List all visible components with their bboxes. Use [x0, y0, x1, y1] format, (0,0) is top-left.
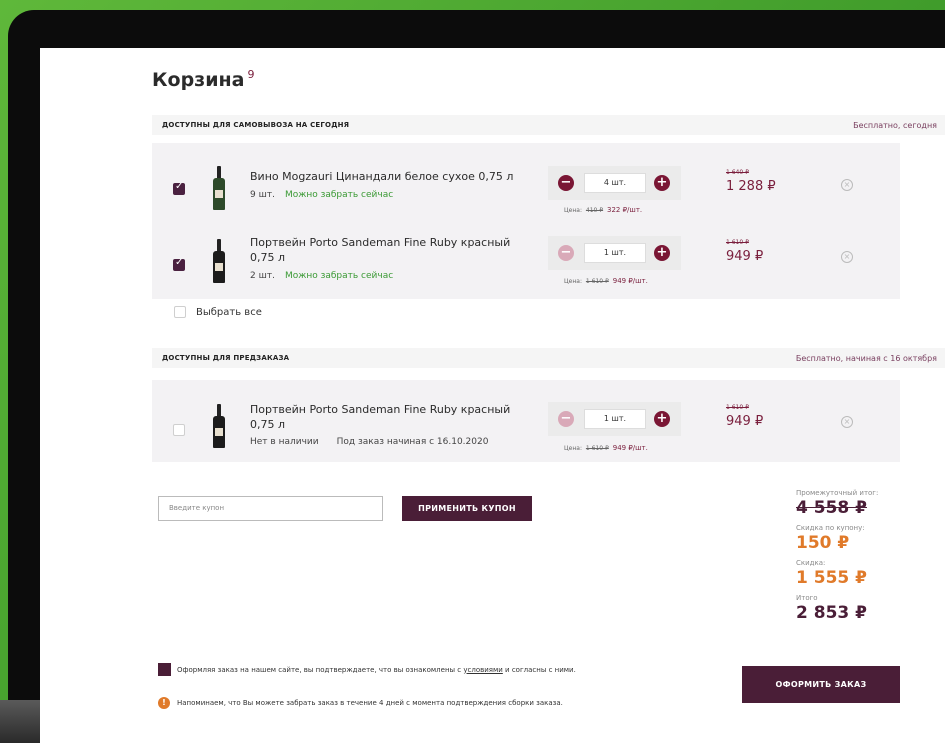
stock-qty: 2 шт. [250, 271, 275, 281]
pickup-reminder: ! Напоминаем, что Вы можете забрать зака… [158, 697, 563, 709]
preorder-items: Портвейн Porto Sandeman Fine Ruby красны… [152, 380, 900, 462]
minus-icon[interactable]: − [558, 175, 574, 191]
item-checkbox[interactable] [173, 181, 185, 195]
place-order-button[interactable]: ОФОРМИТЬ ЗАКАЗ [742, 666, 900, 703]
stock-status: Можно забрать сейчас [284, 271, 394, 281]
minus-icon[interactable]: − [558, 245, 574, 261]
laptop-base [0, 700, 40, 743]
discount-value: 1 555 ₽ [796, 568, 867, 588]
minus-icon[interactable]: − [558, 411, 574, 427]
quantity-input[interactable]: 1 шт. [584, 243, 646, 263]
terms-agreement: Оформляя заказ на нашем сайте, вы подтве… [158, 663, 576, 676]
item-total: 1 288 ₽ [726, 179, 776, 194]
subtotal-label: Промежуточный итог: [796, 489, 879, 497]
pickup-items: Вино Mogzauri Цинандали белое сухое 0,75… [152, 143, 900, 299]
item-total: 949 ₽ [726, 249, 764, 264]
apply-coupon-button[interactable]: ПРИМЕНИТЬ КУПОН [402, 496, 532, 521]
item-checkbox[interactable] [173, 257, 185, 271]
close-circle-icon[interactable]: × [841, 179, 853, 191]
unit-price: Цена: 1 610 ₽ 949 ₽/шт. [564, 277, 648, 285]
unit-price: Цена: 1 610 ₽ 949 ₽/шт. [564, 444, 648, 452]
quantity-input[interactable]: 1 шт. [584, 409, 646, 429]
old-price: 1 610 ₽ [726, 404, 749, 411]
old-price: 1 640 ₽ [726, 169, 749, 176]
section-note: Бесплатно, сегодня [853, 120, 937, 130]
product-name[interactable]: Портвейн Porto Sandeman Fine Ruby красны… [250, 402, 535, 432]
discount-label: Скидка: [796, 559, 826, 567]
terms-text: Оформляя заказ на нашем сайте, вы подтве… [177, 665, 576, 674]
coupon-discount-value: 150 ₽ [796, 533, 850, 553]
section-title: ДОСТУПНЫ ДЛЯ ПРЕДЗАКАЗА [162, 354, 290, 362]
plus-icon[interactable]: + [654, 175, 670, 191]
terms-checkbox[interactable] [158, 663, 171, 676]
page-title: Корзина 9 [152, 68, 255, 91]
quantity-stepper: − 4 шт. + [548, 166, 681, 200]
stock-status: Можно забрать сейчас [284, 190, 394, 200]
item-checkbox[interactable] [173, 424, 185, 436]
total-value: 2 853 ₽ [796, 603, 867, 623]
close-circle-icon[interactable]: × [841, 251, 853, 263]
select-all[interactable]: Выбрать все [174, 306, 262, 318]
coupon-discount-label: Скидка по купону: [796, 524, 865, 532]
section-title: ДОСТУПНЫ ДЛЯ САМОВЫВОЗА НА СЕГОДНЯ [162, 121, 350, 129]
reminder-text: Напоминаем, что Вы можете забрать заказ … [177, 699, 563, 707]
stock-line: 9 шт. Можно забрать сейчас [250, 190, 393, 200]
section-pickup-header: ДОСТУПНЫ ДЛЯ САМОВЫВОЗА НА СЕГОДНЯ Беспл… [152, 115, 945, 135]
cart-item: Вино Mogzauri Цинандали белое сухое 0,75… [152, 143, 900, 221]
plus-icon[interactable]: + [654, 411, 670, 427]
section-note: Бесплатно, начиная с 16 октября [795, 353, 937, 363]
subtotal-value: 4 558 ₽ [796, 498, 867, 518]
stock-status: Под заказ начиная с 16.10.2020 [336, 437, 489, 447]
section-preorder-header: ДОСТУПНЫ ДЛЯ ПРЕДЗАКАЗА Бесплатно, начин… [152, 348, 945, 368]
stock-qty: Нет в наличии [250, 437, 319, 447]
product-image[interactable] [212, 404, 226, 448]
cart-page: Корзина 9 ДОСТУПНЫ ДЛЯ САМОВЫВОЗА НА СЕГО… [40, 48, 945, 743]
product-image[interactable] [212, 239, 226, 283]
stock-line: 2 шт. Можно забрать сейчас [250, 271, 393, 281]
cart-item: Портвейн Porto Sandeman Fine Ruby красны… [152, 380, 900, 458]
product-image[interactable] [212, 166, 226, 210]
stock-qty: 9 шт. [250, 190, 275, 200]
total-label: Итого [796, 594, 818, 602]
old-price: 1 610 ₽ [726, 239, 749, 246]
coupon-input[interactable]: Введите купон [158, 496, 383, 521]
cart-count: 9 [247, 68, 255, 81]
quantity-input[interactable]: 4 шт. [584, 173, 646, 193]
select-all-checkbox[interactable] [174, 306, 186, 318]
cart-item: Портвейн Porto Sandeman Fine Ruby красны… [152, 221, 900, 299]
product-name[interactable]: Портвейн Porto Sandeman Fine Ruby красны… [250, 235, 535, 265]
stock-line: Нет в наличии Под заказ начиная с 16.10.2… [250, 437, 488, 447]
unit-price: Цена: 410 ₽ 322 ₽/шт. [564, 206, 643, 214]
close-circle-icon[interactable]: × [841, 416, 853, 428]
info-icon: ! [158, 697, 170, 709]
title-text: Корзина [152, 69, 245, 91]
terms-link[interactable]: условиями [463, 666, 502, 674]
quantity-stepper: − 1 шт. + [548, 402, 681, 436]
quantity-stepper: − 1 шт. + [548, 236, 681, 270]
product-name[interactable]: Вино Mogzauri Цинандали белое сухое 0,75… [250, 169, 535, 184]
select-all-label: Выбрать все [196, 306, 262, 318]
order-totals: Промежуточный итог: 4 558 ₽ Скидка по ку… [796, 484, 878, 624]
plus-icon[interactable]: + [654, 245, 670, 261]
item-total: 949 ₽ [726, 414, 764, 429]
